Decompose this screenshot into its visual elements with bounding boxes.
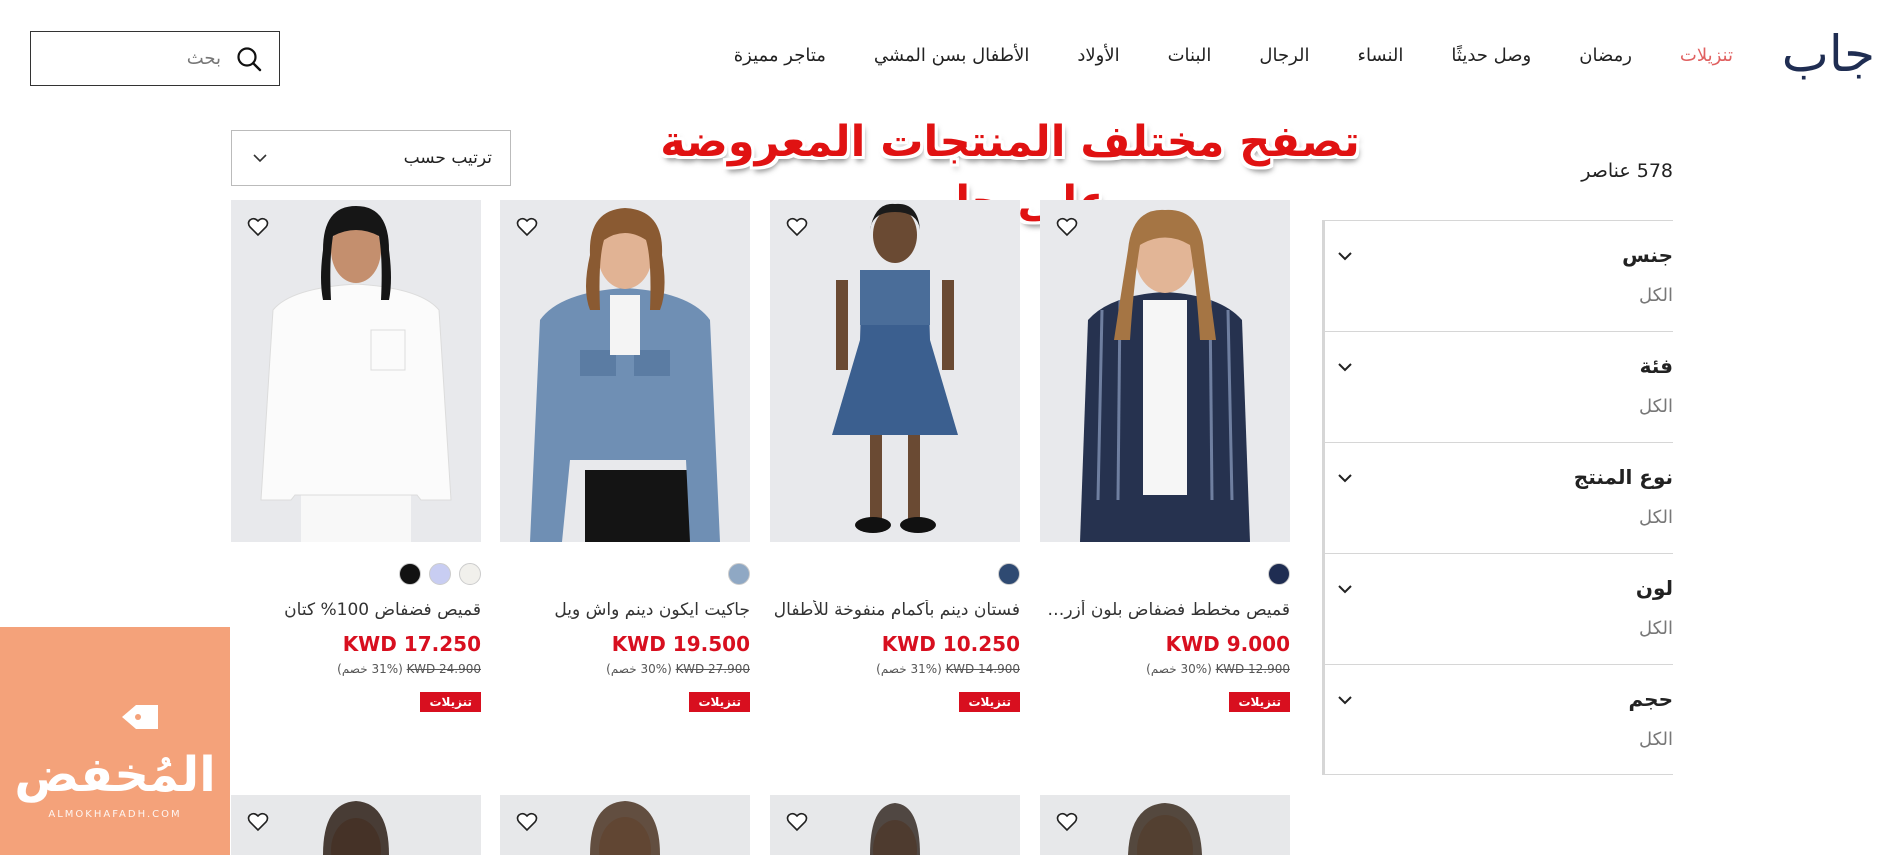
color-swatches — [1268, 563, 1290, 585]
discount-label: (31% خصم) — [876, 662, 942, 676]
filter-title: جنس — [1622, 243, 1673, 267]
filter-title: نوع المنتج — [1573, 465, 1673, 489]
filter-sidebar: جنس الكل فئة الكل نوع المنتج الكل لون ال… — [1322, 220, 1673, 775]
nav-item-men[interactable]: الرجال — [1259, 45, 1309, 66]
heart-icon[interactable] — [516, 812, 538, 832]
product-price: KWD 10.250 — [881, 632, 1020, 656]
filter-size[interactable]: حجم الكل — [1325, 664, 1673, 775]
heart-icon[interactable] — [1056, 217, 1078, 237]
heart-icon[interactable] — [786, 217, 808, 237]
nav-item-ramadan[interactable]: رمضان — [1579, 45, 1632, 66]
color-swatch[interactable] — [728, 563, 750, 585]
discount-label: (30% خصم) — [606, 662, 672, 676]
search-input[interactable] — [63, 47, 223, 70]
filter-title: لون — [1635, 576, 1673, 600]
sale-badge: تنزيلات — [420, 692, 481, 712]
nav-item-featured-shops[interactable]: متاجر مميزة — [734, 45, 826, 66]
nav-item-women[interactable]: النساء — [1357, 45, 1403, 66]
chevron-down-icon[interactable] — [1337, 251, 1353, 261]
product-card: فستان دينم بأكمام منفوخة للأطفال KWD 10.… — [770, 200, 1020, 760]
results-count: 578 عناصر — [1581, 160, 1673, 182]
sale-badge: تنزيلات — [959, 692, 1020, 712]
filter-product-type[interactable]: نوع المنتج الكل — [1325, 442, 1673, 553]
product-price: KWD 19.500 — [611, 632, 750, 656]
price-tag-icon — [122, 705, 158, 729]
price-old-row: KWD 27.900 (30% خصم) — [600, 662, 750, 676]
search-box[interactable] — [30, 31, 280, 86]
product-price: KWD 17.250 — [342, 632, 481, 656]
product-image[interactable] — [231, 795, 481, 855]
heart-icon[interactable] — [516, 217, 538, 237]
filter-gender[interactable]: جنس الكل — [1325, 220, 1673, 331]
price-old-row: KWD 12.900 (30% خصم) — [1140, 662, 1290, 676]
chevron-down-icon[interactable] — [1337, 362, 1353, 372]
product-image[interactable] — [1040, 200, 1290, 542]
old-price: KWD 14.900 — [945, 662, 1020, 676]
sort-dropdown[interactable]: ترتيب حسب — [231, 130, 511, 186]
heart-icon[interactable] — [1056, 812, 1078, 832]
product-price: KWD 9.000 — [1165, 632, 1290, 656]
filter-value: الكل — [1638, 396, 1673, 417]
chevron-down-icon[interactable] — [1337, 695, 1353, 705]
color-swatches — [399, 563, 481, 585]
heart-icon[interactable] — [786, 812, 808, 832]
discount-label: (30% خصم) — [1146, 662, 1212, 676]
filter-value: الكل — [1638, 618, 1673, 639]
nav-item-boys[interactable]: الأولاد — [1077, 45, 1119, 66]
nav-item-toddler[interactable]: الأطفال بسن المشي — [874, 45, 1029, 66]
brand-logo[interactable]: جاب — [1782, 24, 1875, 84]
product-card: قميص مخطط فضفاض بلون أزرق داكن KWD 9.000… — [1040, 200, 1290, 760]
nav-item-new-arrivals[interactable]: وصل حديثًا — [1451, 45, 1531, 66]
product-card: جاكيت ايكون دينم واش ويل KWD 19.500 KWD … — [500, 200, 750, 760]
heart-icon[interactable] — [247, 812, 269, 832]
product-image[interactable] — [770, 200, 1020, 542]
filter-value: الكل — [1638, 285, 1673, 306]
color-swatch[interactable] — [1268, 563, 1290, 585]
color-swatch[interactable] — [399, 563, 421, 585]
watermark-logo: المُخفض ALMOKHAFADH.COM — [0, 627, 230, 855]
color-swatches — [728, 563, 750, 585]
filter-value: الكل — [1638, 729, 1673, 750]
color-swatch[interactable] — [459, 563, 481, 585]
product-card: قميص فضفاض 100% كتان KWD 17.250 KWD 24.9… — [231, 200, 481, 760]
product-image[interactable] — [500, 795, 750, 855]
watermark-subtext: ALMOKHAFADH.COM — [48, 809, 182, 820]
nav-item-sale[interactable]: تنزيلات — [1680, 45, 1733, 66]
chevron-down-icon — [253, 154, 267, 163]
product-name[interactable]: قميص فضفاض 100% كتان — [231, 600, 481, 620]
main-nav: تنزيلات رمضان وصل حديثًا النساء الرجال ا… — [734, 40, 1733, 70]
old-price: KWD 12.900 — [1215, 662, 1290, 676]
chevron-down-icon[interactable] — [1337, 473, 1353, 483]
sort-label: ترتيب حسب — [403, 148, 492, 168]
filter-title: حجم — [1628, 687, 1673, 711]
product-image[interactable] — [500, 200, 750, 542]
old-price: KWD 24.900 — [406, 662, 481, 676]
filter-category[interactable]: فئة الكل — [1325, 331, 1673, 442]
product-name[interactable]: فستان دينم بأكمام منفوخة للأطفال — [770, 600, 1020, 620]
sale-badge: تنزيلات — [1229, 692, 1290, 712]
nav-item-girls[interactable]: البنات — [1168, 45, 1212, 66]
heart-icon[interactable] — [247, 217, 269, 237]
watermark-text: المُخفض — [14, 747, 216, 803]
color-swatches — [998, 563, 1020, 585]
product-name[interactable]: جاكيت ايكون دينم واش ويل — [500, 600, 750, 620]
sale-badge: تنزيلات — [689, 692, 750, 712]
filter-value: الكل — [1638, 507, 1673, 528]
price-old-row: KWD 24.900 (31% خصم) — [331, 662, 481, 676]
product-image[interactable] — [231, 200, 481, 542]
product-name[interactable]: قميص مخطط فضفاض بلون أزرق داكن — [1040, 600, 1290, 620]
filter-title: فئة — [1639, 354, 1673, 378]
product-image[interactable] — [770, 795, 1020, 855]
price-old-row: KWD 14.900 (31% خصم) — [870, 662, 1020, 676]
old-price: KWD 27.900 — [675, 662, 750, 676]
discount-label: (31% خصم) — [337, 662, 403, 676]
color-swatch[interactable] — [429, 563, 451, 585]
color-swatch[interactable] — [998, 563, 1020, 585]
chevron-down-icon[interactable] — [1337, 584, 1353, 594]
product-image[interactable] — [1040, 795, 1290, 855]
filter-color[interactable]: لون الكل — [1325, 553, 1673, 664]
search-icon[interactable] — [235, 45, 263, 73]
